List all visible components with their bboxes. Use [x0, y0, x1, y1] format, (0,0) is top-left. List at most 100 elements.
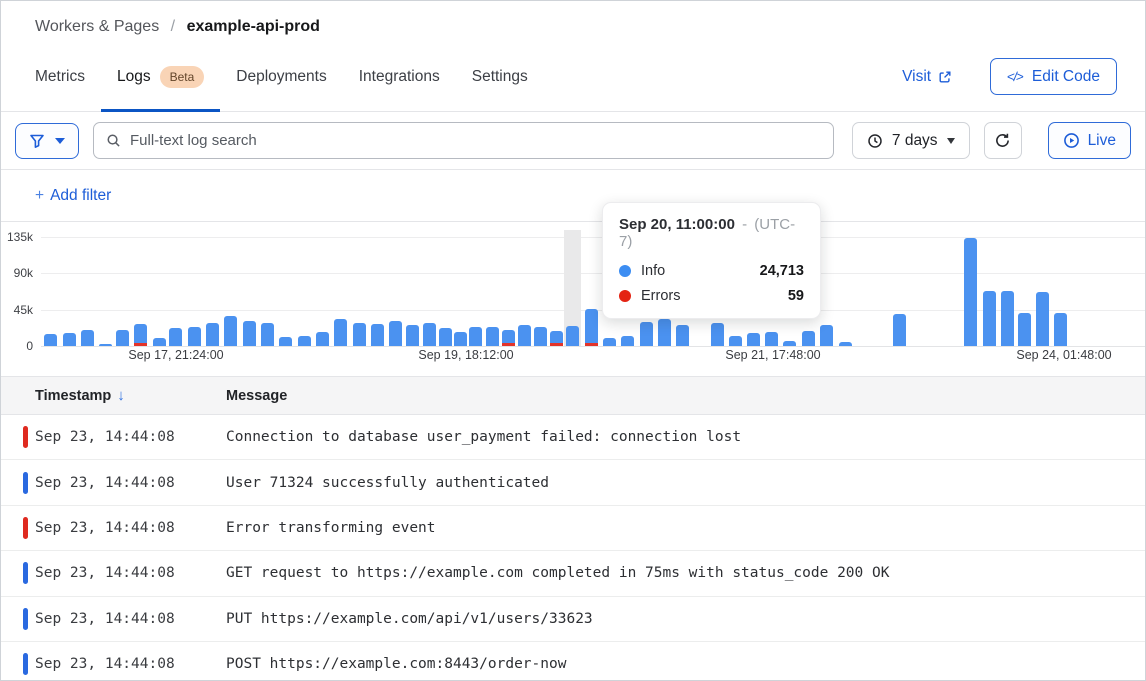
chart-bar[interactable]: [371, 324, 384, 346]
chart-bar[interactable]: [334, 319, 347, 346]
log-message: User 71324 successfully authenticated: [226, 475, 549, 491]
chart-bar[interactable]: [783, 341, 796, 346]
chart-bar[interactable]: [534, 327, 547, 346]
tooltip-date: Sep 20, 11:00:00: [619, 216, 735, 233]
chart-bar[interactable]: [711, 323, 724, 346]
chart-bar[interactable]: [658, 319, 671, 346]
tab-settings[interactable]: Settings: [456, 42, 544, 111]
chart-bar[interactable]: [454, 332, 467, 346]
log-row[interactable]: Sep 23, 14:44:08Error transforming event: [1, 506, 1145, 551]
y-axis-tick: 90k: [14, 266, 33, 280]
chart-bar[interactable]: [134, 324, 147, 346]
chart-bar[interactable]: [983, 291, 996, 346]
tooltip-rows: Info24,713Errors59: [619, 263, 804, 304]
edit-code-label: Edit Code: [1032, 68, 1100, 86]
tab-deployments[interactable]: Deployments: [220, 42, 342, 111]
tooltip-title: Sep 20, 11:00:00 - (UTC-7): [619, 216, 804, 250]
chart-bar[interactable]: [486, 327, 499, 346]
error-bar-segment: [502, 343, 515, 346]
chart-bar[interactable]: [279, 337, 292, 346]
tab-spacer: [544, 42, 902, 111]
breadcrumb-section[interactable]: Workers & Pages: [35, 18, 159, 35]
chart-bar[interactable]: [224, 316, 237, 346]
chart-bar[interactable]: [765, 332, 778, 346]
chart-bar[interactable]: [839, 342, 852, 346]
chart-bar[interactable]: [406, 325, 419, 346]
chart-bar[interactable]: [188, 327, 201, 346]
chart-bar[interactable]: [116, 330, 129, 346]
log-row[interactable]: Sep 23, 14:44:08Connection to database u…: [1, 415, 1145, 460]
chart-bar[interactable]: [502, 330, 515, 346]
error-level-indicator: [23, 426, 28, 448]
chart-bar[interactable]: [585, 309, 598, 346]
chart-bar[interactable]: [469, 327, 482, 346]
chart-bar[interactable]: [261, 323, 274, 346]
chart-bar[interactable]: [621, 336, 634, 346]
chart-bar[interactable]: [316, 332, 329, 346]
chart-bar[interactable]: [1036, 292, 1049, 346]
chart-bar[interactable]: [439, 328, 452, 346]
chart-bar[interactable]: [676, 325, 689, 346]
chart-bar[interactable]: [802, 331, 815, 346]
gridline: [41, 273, 1145, 274]
refresh-button[interactable]: [984, 122, 1022, 159]
time-range-value: 7 days: [892, 132, 938, 150]
chart-bar[interactable]: [169, 328, 182, 346]
add-filter-button[interactable]: +Add filter: [35, 187, 111, 205]
chart-bar[interactable]: [298, 336, 311, 346]
chart-bar[interactable]: [518, 325, 531, 346]
timestamp-header-label: Timestamp: [35, 388, 111, 404]
live-label: Live: [1088, 132, 1116, 150]
chart-bar[interactable]: [747, 333, 760, 346]
chart-bar[interactable]: [550, 331, 563, 346]
gridline: [41, 237, 1145, 238]
chart-bar[interactable]: [389, 321, 402, 346]
beta-badge: Beta: [160, 66, 205, 88]
tab-metrics[interactable]: Metrics: [19, 42, 101, 111]
time-range-select[interactable]: 7 days: [852, 122, 970, 159]
chart-bar[interactable]: [729, 336, 742, 346]
table-body: Sep 23, 14:44:08Connection to database u…: [1, 415, 1145, 681]
chart-bar[interactable]: [353, 323, 366, 346]
chart-bar[interactable]: [81, 330, 94, 346]
chart-plot-area: [41, 237, 1145, 346]
chart-bar[interactable]: [44, 334, 57, 346]
chart-bar[interactable]: [63, 333, 76, 346]
log-row[interactable]: Sep 23, 14:44:08GET request to https://e…: [1, 551, 1145, 596]
log-row[interactable]: Sep 23, 14:44:08User 71324 successfully …: [1, 460, 1145, 505]
chart-bar[interactable]: [1001, 291, 1014, 346]
filter-dropdown-button[interactable]: [15, 123, 79, 159]
log-search-input[interactable]: [130, 132, 821, 149]
chart-bar[interactable]: [423, 323, 436, 346]
chevron-down-icon: [947, 138, 955, 144]
chart-bar[interactable]: [640, 322, 653, 346]
tab-integrations[interactable]: Integrations: [343, 42, 456, 111]
tab-logs[interactable]: LogsBeta: [101, 42, 220, 111]
log-row[interactable]: Sep 23, 14:44:08PUT https://example.com/…: [1, 597, 1145, 642]
chart-bar[interactable]: [1054, 313, 1067, 346]
chart-bar[interactable]: [603, 338, 616, 346]
chart-bar[interactable]: [243, 321, 256, 346]
live-button[interactable]: Live: [1048, 122, 1131, 159]
tab-label: Integrations: [359, 68, 440, 86]
visit-link[interactable]: Visit: [902, 68, 952, 86]
chart-bar[interactable]: [1018, 313, 1031, 346]
chart-bar[interactable]: [820, 325, 833, 346]
log-timestamp: Sep 23, 14:44:08: [35, 656, 175, 672]
log-message: Error transforming event: [226, 520, 436, 536]
chart-bar[interactable]: [893, 314, 906, 346]
chart-bar[interactable]: [206, 323, 219, 346]
log-row[interactable]: Sep 23, 14:44:08POST https://example.com…: [1, 642, 1145, 681]
x-axis-labels: Sep 17, 21:24:00Sep 19, 18:12:00Sep 21, …: [1, 348, 1145, 364]
edit-code-button[interactable]: </> Edit Code: [990, 58, 1117, 95]
search-box[interactable]: [93, 122, 834, 159]
log-volume-chart: 135k90k45k0 Sep 17, 21:24:00Sep 19, 18:1…: [1, 222, 1145, 376]
chart-bar[interactable]: [153, 338, 166, 346]
chart-bar[interactable]: [566, 326, 579, 346]
play-circle-icon: [1063, 132, 1080, 149]
log-message: PUT https://example.com/api/v1/users/336…: [226, 611, 593, 627]
chart-bar[interactable]: [99, 344, 112, 346]
timestamp-column-header[interactable]: Timestamp↓: [35, 387, 125, 404]
chart-bar[interactable]: [964, 238, 977, 346]
error-bar-segment: [134, 343, 147, 346]
